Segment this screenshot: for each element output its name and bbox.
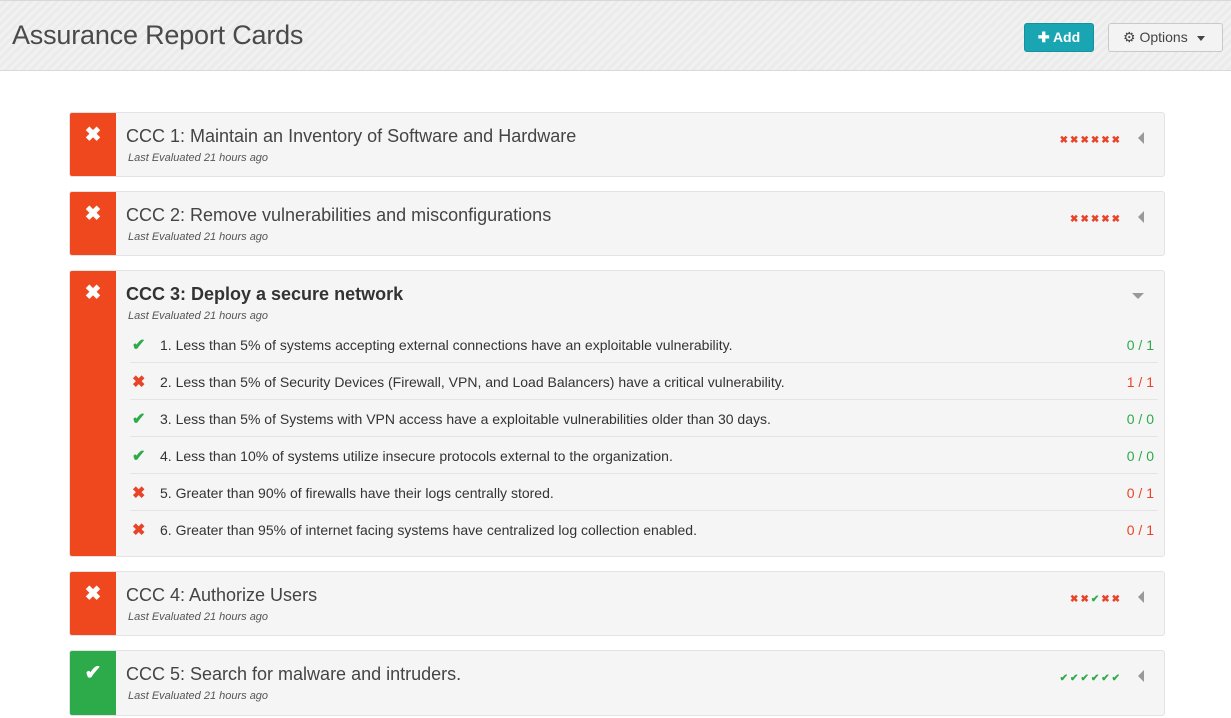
options-button[interactable]: ⚙ Options xyxy=(1108,23,1223,52)
criteria-text: 5. Greater than 90% of firewalls have th… xyxy=(160,485,554,501)
chevron-down-icon xyxy=(1196,35,1205,41)
check-icon: ✔ xyxy=(1080,673,1091,684)
criteria-list: ✔ 1. Less than 5% of systems accepting e… xyxy=(130,326,1158,548)
criteria-score: 0 / 0 xyxy=(1126,448,1154,464)
add-button-label: Add xyxy=(1052,29,1081,45)
check-icon: ✔ xyxy=(132,337,146,354)
report-card-ccc1[interactable]: ✖ CCC 1: Maintain an Inventory of Softwa… xyxy=(69,112,1165,177)
close-icon: ✖ xyxy=(1101,214,1112,225)
close-icon: ✖ xyxy=(1090,214,1102,225)
criteria-row: ✔ 4. Less than 10% of systems utilize in… xyxy=(130,437,1158,474)
close-icon: ✖ xyxy=(1070,594,1081,605)
close-icon: ✖ xyxy=(1111,135,1122,146)
close-icon: ✖ xyxy=(84,583,102,605)
status-fail-badge: ✖ xyxy=(70,113,116,176)
check-icon: ✔ xyxy=(1090,673,1102,684)
criteria-row: ✖ 2. Less than 5% of Security Devices (F… xyxy=(130,363,1158,400)
check-icon: ✔ xyxy=(1111,673,1122,684)
criteria-text: 3. Less than 5% of Systems with VPN acce… xyxy=(160,411,771,427)
criteria-text: 1. Less than 5% of systems accepting ext… xyxy=(160,337,733,353)
chevron-down-icon[interactable] xyxy=(1132,293,1144,299)
close-icon: ✖ xyxy=(1080,135,1091,146)
criteria-row: ✔ 3. Less than 5% of Systems with VPN ac… xyxy=(130,400,1158,437)
criteria-row: ✖ 6. Greater than 95% of internet facing… xyxy=(130,511,1158,548)
card-title: CCC 3: Deploy a secure network xyxy=(126,284,404,304)
gear-icon: ⚙ xyxy=(1123,29,1136,45)
status-fail-badge: ✖ xyxy=(70,271,116,556)
close-icon: ✖ xyxy=(1101,135,1112,146)
criteria-row: ✖ 5. Greater than 90% of firewalls have … xyxy=(130,474,1158,511)
status-fail-badge: ✖ xyxy=(70,572,116,635)
options-button-label: Options xyxy=(1139,29,1188,45)
criteria-text: 6. Greater than 95% of internet facing s… xyxy=(160,522,697,538)
close-icon: ✖ xyxy=(1111,594,1122,605)
last-evaluated: Last Evaluated 21 hours ago xyxy=(128,152,269,164)
card-title: CCC 4: Authorize Users xyxy=(126,585,318,605)
status-fail-badge: ✖ xyxy=(70,192,116,255)
criteria-summary: ✖✖✔✖✖ xyxy=(1070,594,1122,605)
report-card-ccc3[interactable]: ✖ CCC 3: Deploy a secure network Last Ev… xyxy=(69,270,1165,557)
close-icon: ✖ xyxy=(1070,214,1081,225)
close-icon: ✖ xyxy=(132,485,146,502)
card-title: CCC 2: Remove vulnerabilities and miscon… xyxy=(126,205,552,225)
close-icon: ✖ xyxy=(132,522,146,539)
close-icon: ✖ xyxy=(1090,135,1102,146)
close-icon: ✖ xyxy=(84,203,102,225)
add-button[interactable]: ✚ Add xyxy=(1024,23,1094,52)
check-icon: ✔ xyxy=(1101,673,1112,684)
close-icon: ✖ xyxy=(1080,214,1091,225)
page-title: Assurance Report Cards xyxy=(12,20,304,50)
report-card-ccc4[interactable]: ✖ CCC 4: Authorize Users Last Evaluated … xyxy=(69,571,1165,636)
criteria-score: 0 / 1 xyxy=(1126,485,1154,501)
criteria-text: 4. Less than 10% of systems utilize inse… xyxy=(160,448,673,464)
close-icon: ✖ xyxy=(1101,594,1112,605)
criteria-score: 0 / 1 xyxy=(1126,337,1154,353)
close-icon: ✖ xyxy=(84,124,102,146)
close-icon: ✖ xyxy=(1070,135,1081,146)
close-icon: ✖ xyxy=(132,374,146,391)
last-evaluated: Last Evaluated 21 hours ago xyxy=(128,611,269,623)
chevron-left-icon[interactable] xyxy=(1138,591,1144,603)
last-evaluated: Last Evaluated 21 hours ago xyxy=(128,310,269,322)
criteria-score: 0 / 0 xyxy=(1126,411,1154,427)
last-evaluated: Last Evaluated 21 hours ago xyxy=(128,231,269,243)
close-icon: ✖ xyxy=(1080,594,1091,605)
check-icon: ✔ xyxy=(84,662,102,684)
check-icon: ✔ xyxy=(132,448,146,465)
close-icon: ✖ xyxy=(1059,135,1071,146)
chevron-left-icon[interactable] xyxy=(1138,211,1144,223)
close-icon: ✖ xyxy=(84,282,102,304)
criteria-summary: ✖✖✖✖✖ xyxy=(1070,214,1122,225)
criteria-text: 2. Less than 5% of Security Devices (Fir… xyxy=(160,374,785,390)
last-evaluated: Last Evaluated 21 hours ago xyxy=(128,690,269,702)
plus-icon: ✚ xyxy=(1037,29,1050,45)
card-title: CCC 5: Search for malware and intruders. xyxy=(126,664,462,684)
card-title: CCC 1: Maintain an Inventory of Software… xyxy=(126,126,577,146)
report-card-ccc2[interactable]: ✖ CCC 2: Remove vulnerabilities and misc… xyxy=(69,191,1165,256)
check-icon: ✔ xyxy=(132,411,146,428)
criteria-summary: ✔✔✔✔✔✔ xyxy=(1060,673,1122,684)
report-card-ccc5[interactable]: ✔ CCC 5: Search for malware and intruder… xyxy=(69,650,1165,716)
close-icon: ✖ xyxy=(1111,214,1122,225)
check-icon: ✔ xyxy=(1070,673,1081,684)
criteria-row: ✔ 1. Less than 5% of systems accepting e… xyxy=(130,326,1158,363)
check-icon: ✔ xyxy=(1090,594,1102,605)
status-pass-badge: ✔ xyxy=(70,651,116,715)
criteria-summary: ✖✖✖✖✖✖ xyxy=(1060,135,1122,146)
chevron-left-icon[interactable] xyxy=(1138,132,1144,144)
page-header: Assurance Report Cards ✚ Add ⚙ Options xyxy=(0,0,1231,71)
chevron-left-icon[interactable] xyxy=(1138,670,1144,682)
criteria-score: 0 / 1 xyxy=(1126,522,1154,538)
criteria-score: 1 / 1 xyxy=(1126,374,1154,390)
check-icon: ✔ xyxy=(1059,673,1071,684)
